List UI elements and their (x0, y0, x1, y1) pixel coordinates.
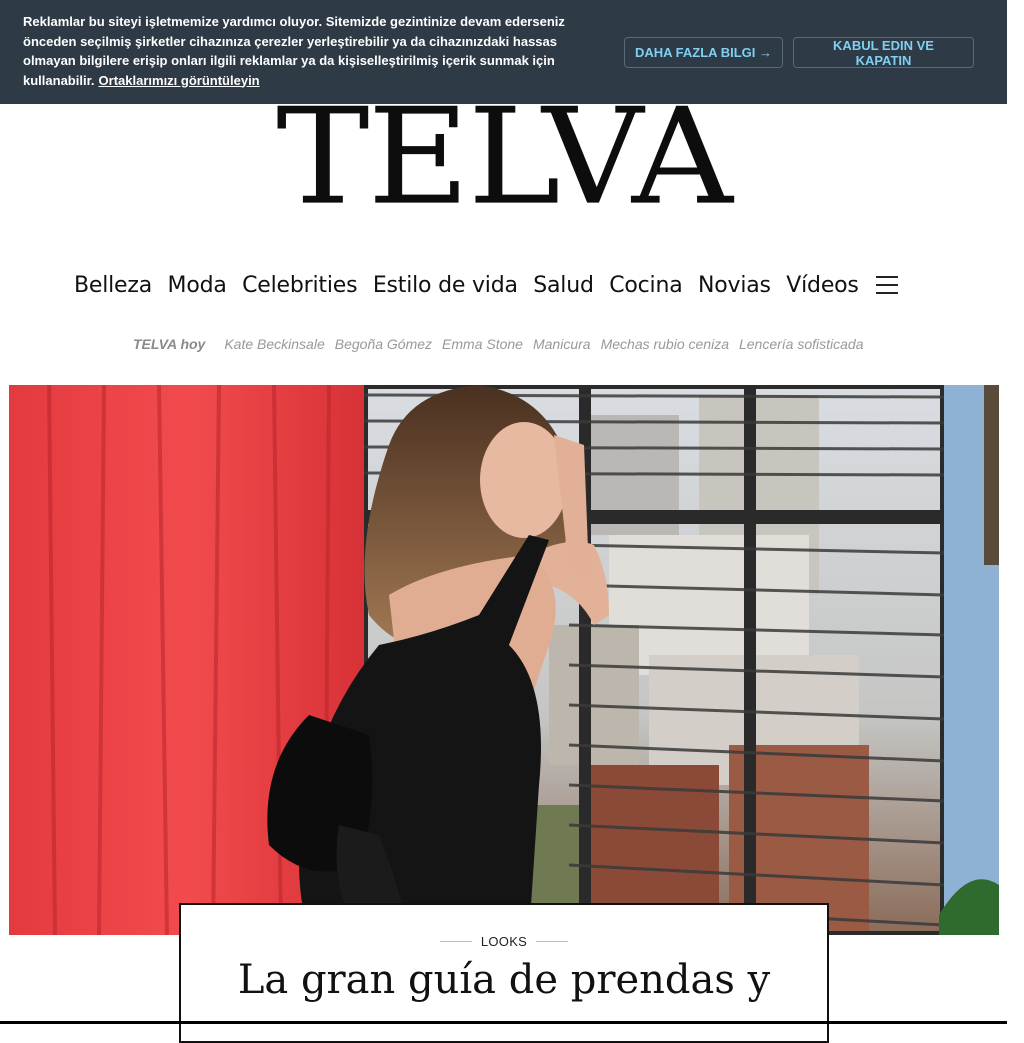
trending-item[interactable]: Mechas rubio ceniza (601, 336, 729, 354)
trending-item[interactable]: Manicura (533, 336, 591, 354)
hamburger-menu-icon[interactable] (876, 276, 899, 294)
nav-item-salud[interactable]: Salud (533, 273, 594, 298)
trending-item[interactable]: Lencería sofisticada (739, 336, 864, 354)
hero-photo-illustration (9, 385, 999, 935)
nav-item-estilo-de-vida[interactable]: Estilo de vida (373, 273, 518, 298)
main-nav: Belleza Moda Celebrities Estilo de vida … (74, 269, 899, 301)
accept-close-button[interactable]: KABUL EDIN VE KAPATIN (793, 37, 974, 68)
trending-item[interactable]: Kate Beckinsale (224, 336, 324, 354)
trending-label[interactable]: TELVA hoy (133, 336, 205, 354)
hero-image[interactable] (9, 385, 999, 935)
nav-item-videos[interactable]: Vídeos (786, 273, 859, 298)
nav-item-celebrities[interactable]: Celebrities (242, 273, 357, 298)
nav-item-moda[interactable]: Moda (168, 273, 227, 298)
cookie-message: Reklamlar bu siteyi işletmemize yardımcı… (23, 12, 603, 90)
site-logo[interactable]: TELVA (0, 91, 1007, 225)
trending-item[interactable]: Begoña Gómez (335, 336, 432, 354)
section-label[interactable]: LOOKS (481, 934, 527, 949)
more-info-button[interactable]: DAHA FAZLA BILGI → (624, 37, 783, 68)
partners-link[interactable]: Ortaklarımızı görüntüleyin (99, 73, 260, 88)
cookie-banner: Reklamlar bu siteyi işletmemize yardımcı… (0, 0, 1007, 104)
trending-item[interactable]: Emma Stone (442, 336, 523, 354)
nav-item-novias[interactable]: Novias (698, 273, 771, 298)
kicker-divider-left (439, 941, 472, 942)
trending-bar: TELVA hoy Kate Beckinsale Begoña Gómez E… (133, 336, 874, 354)
kicker-divider-right (536, 941, 569, 942)
nav-item-cocina[interactable]: Cocina (609, 273, 682, 298)
nav-item-belleza[interactable]: Belleza (74, 273, 152, 298)
article-section: LOOKS (181, 934, 827, 949)
article-headline[interactable]: La gran guía de prendas y (181, 955, 827, 1005)
